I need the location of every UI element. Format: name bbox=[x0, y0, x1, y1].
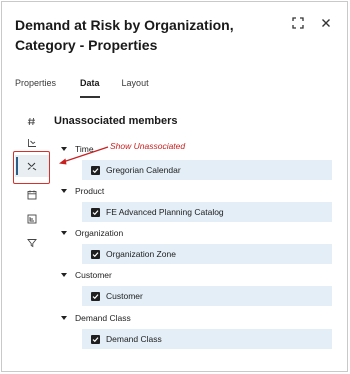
checkbox[interactable] bbox=[91, 249, 100, 259]
panel-title: Demand at Risk by Organization, Category… bbox=[15, 17, 234, 53]
member-label: Customer bbox=[106, 291, 143, 301]
member-row[interactable]: FE Advanced Planning Catalog bbox=[82, 202, 332, 222]
tab-layout[interactable]: Layout bbox=[122, 78, 149, 98]
member-row[interactable]: Demand Class bbox=[82, 329, 332, 349]
group-header[interactable]: Time bbox=[60, 142, 332, 156]
member-group: Organization Organization Zone bbox=[60, 226, 332, 264]
group-header[interactable]: Organization bbox=[60, 226, 332, 240]
caret-down-icon bbox=[61, 231, 67, 235]
member-group: Product FE Advanced Planning Catalog bbox=[60, 184, 332, 222]
hierarchy-icon bbox=[27, 214, 37, 224]
highlight-box bbox=[13, 151, 50, 184]
rail-item-filter[interactable] bbox=[15, 232, 49, 254]
tab-bar: Properties Data Layout bbox=[15, 78, 149, 98]
member-group: Customer Customer bbox=[60, 268, 332, 306]
checkmark-icon bbox=[92, 336, 99, 342]
group-label: Product bbox=[75, 186, 105, 196]
properties-panel: Demand at Risk by Organization, Category… bbox=[1, 1, 348, 372]
close-icon bbox=[322, 19, 330, 27]
axis-icon bbox=[28, 139, 36, 147]
tab-properties[interactable]: Properties bbox=[15, 78, 56, 98]
checkmark-icon bbox=[92, 209, 99, 215]
hash-icon bbox=[27, 117, 35, 125]
caret-down-icon bbox=[61, 316, 67, 320]
section-title: Unassociated members bbox=[54, 115, 178, 127]
checkmark-icon bbox=[92, 293, 99, 299]
member-label: Organization Zone bbox=[106, 249, 176, 259]
member-label: FE Advanced Planning Catalog bbox=[106, 207, 224, 217]
group-header[interactable]: Product bbox=[60, 184, 332, 198]
member-label: Gregorian Calendar bbox=[106, 165, 181, 175]
caret-down-icon bbox=[61, 147, 67, 151]
rail-item-calendar[interactable] bbox=[15, 184, 49, 206]
rail-item-hierarchy[interactable] bbox=[15, 208, 49, 230]
caret-down-icon bbox=[61, 273, 67, 277]
checkbox[interactable] bbox=[91, 207, 100, 217]
member-row[interactable]: Customer bbox=[82, 286, 332, 306]
member-group: Time Gregorian Calendar bbox=[60, 142, 332, 180]
checkmark-icon bbox=[92, 251, 99, 257]
checkbox[interactable] bbox=[91, 291, 100, 301]
group-label: Customer bbox=[75, 270, 112, 280]
caret-down-icon bbox=[61, 189, 67, 193]
close-button[interactable] bbox=[317, 14, 335, 32]
expand-button[interactable] bbox=[289, 14, 307, 32]
expand-icon bbox=[292, 17, 304, 29]
checkbox[interactable] bbox=[91, 334, 100, 344]
filter-icon bbox=[27, 239, 37, 248]
checkbox[interactable] bbox=[91, 165, 100, 175]
member-row[interactable]: Organization Zone bbox=[82, 244, 332, 264]
group-header[interactable]: Demand Class bbox=[60, 311, 332, 325]
group-label: Organization bbox=[75, 228, 124, 238]
checkmark-icon bbox=[92, 167, 99, 173]
calendar-icon bbox=[27, 190, 37, 200]
group-label: Time bbox=[75, 144, 94, 154]
tab-data[interactable]: Data bbox=[80, 78, 100, 98]
group-label: Demand Class bbox=[75, 313, 131, 323]
member-label: Demand Class bbox=[106, 334, 162, 344]
group-header[interactable]: Customer bbox=[60, 268, 332, 282]
member-row[interactable]: Gregorian Calendar bbox=[82, 160, 332, 180]
member-group: Demand Class Demand Class bbox=[60, 311, 332, 349]
rail-item-hash[interactable] bbox=[15, 110, 49, 132]
